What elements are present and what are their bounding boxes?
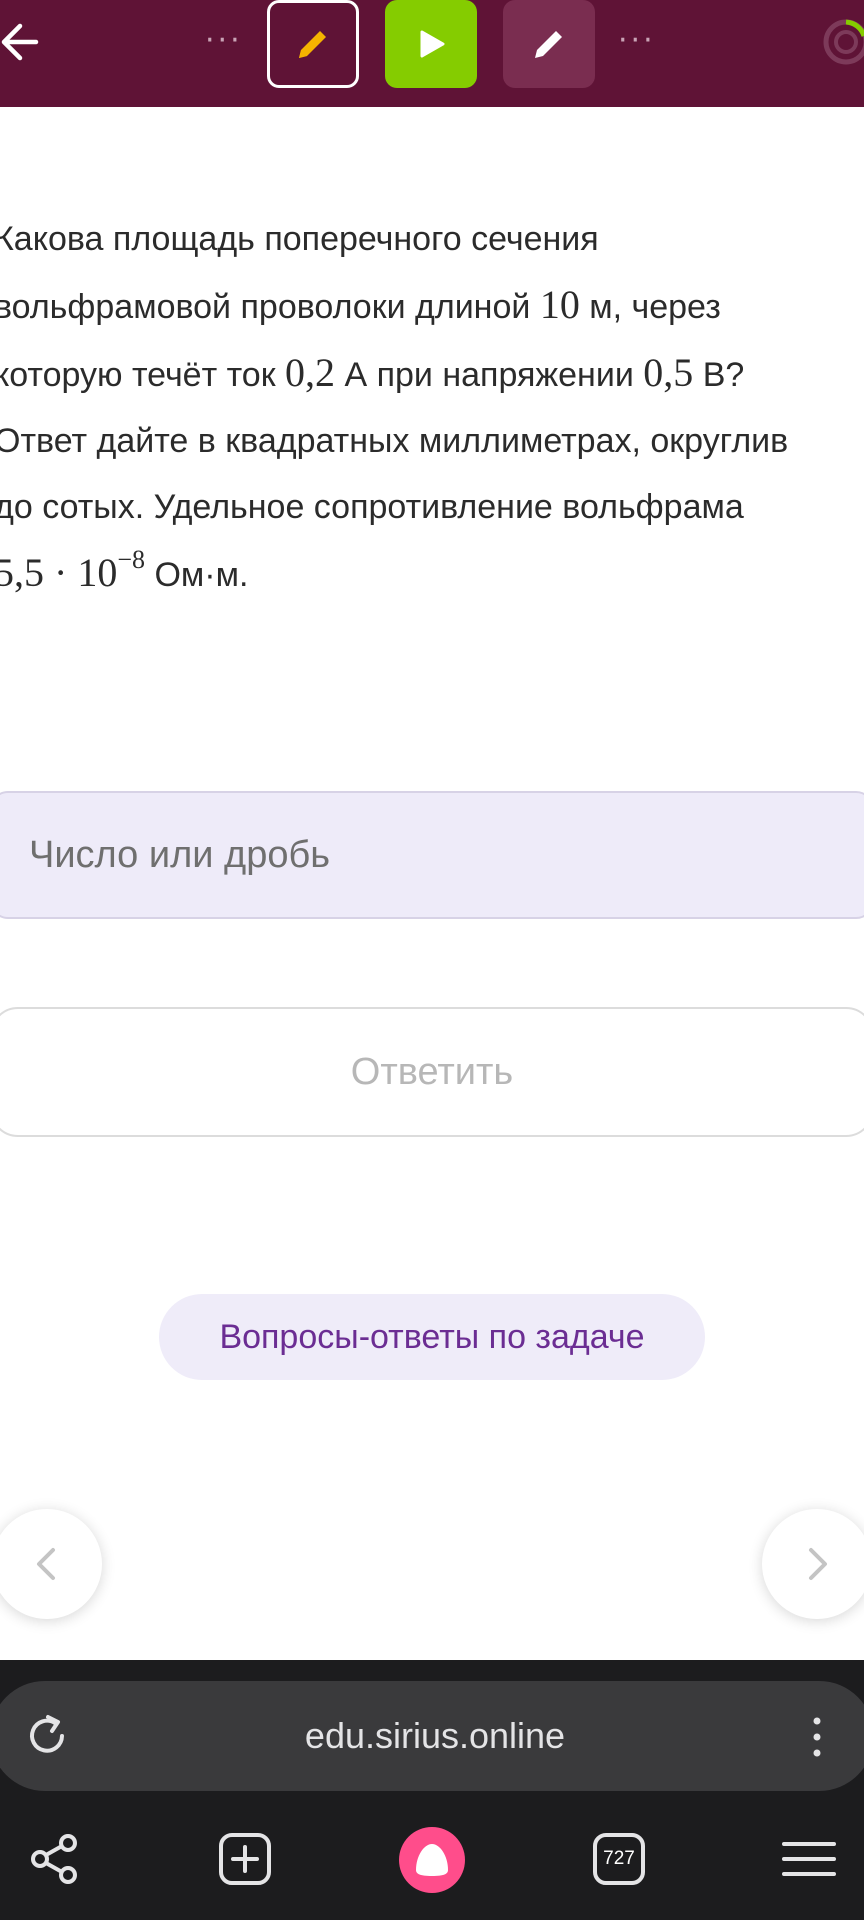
- task-line: которую течёт ток: [0, 356, 286, 394]
- new-tab-icon[interactable]: [216, 1830, 274, 1888]
- chevron-left-icon: [37, 1548, 55, 1580]
- math-exponent: −8: [117, 545, 145, 574]
- progress-ring-icon: [823, 19, 864, 65]
- math-value: 5,5 · 10: [0, 550, 118, 595]
- next-task-button[interactable]: [503, 0, 595, 88]
- hamburger-menu-icon[interactable]: [780, 1830, 838, 1888]
- chevron-right-icon: [809, 1548, 827, 1580]
- submit-answer-label: Ответить: [350, 1050, 514, 1093]
- share-icon[interactable]: [26, 1830, 84, 1888]
- task-qa-button[interactable]: Вопросы-ответы по задаче: [159, 1294, 705, 1380]
- url-text[interactable]: edu.sirius.online: [200, 1712, 670, 1760]
- tabs-count[interactable]: 727: [590, 1842, 648, 1876]
- run-task-button[interactable]: [385, 0, 477, 88]
- back-arrow-icon[interactable]: [0, 20, 40, 64]
- task-line: Какова площадь поперечного сечения: [0, 220, 599, 258]
- pencil-icon: [535, 31, 562, 58]
- task-line: до сотых. Удельное сопротивление вольфра…: [0, 488, 744, 526]
- task-line: В?: [693, 356, 745, 394]
- pencil-icon: [299, 31, 326, 58]
- task-navigation-bar: ··· ···: [0, 0, 864, 107]
- task-line: вольфрамовой проволоки длиной: [0, 288, 540, 326]
- task-line: А при напряжении: [335, 356, 644, 394]
- math-value: 0,5: [643, 350, 694, 395]
- math-value: 10: [539, 282, 580, 327]
- browser-menu-icon[interactable]: [806, 1712, 828, 1762]
- task-line: Ответ дайте в квадратных миллиметрах, ок…: [0, 422, 789, 460]
- more-tasks-left-icon[interactable]: ···: [205, 26, 243, 56]
- play-icon: [420, 30, 445, 58]
- task-statement: Какова площадь поперечного сечения вольф…: [0, 206, 864, 608]
- answer-input[interactable]: [0, 791, 864, 919]
- reload-icon[interactable]: [22, 1711, 72, 1761]
- task-line: м, через: [579, 288, 721, 326]
- next-task-arrow-button[interactable]: [762, 1509, 864, 1619]
- previous-task-button[interactable]: [0, 1509, 102, 1619]
- task-qa-label: Вопросы-ответы по задаче: [219, 1317, 645, 1356]
- current-task-button[interactable]: [267, 0, 359, 88]
- submit-answer-button[interactable]: Ответить: [0, 1007, 864, 1137]
- math-value: 0,2: [285, 350, 336, 395]
- alice-assistant-icon[interactable]: [398, 1826, 466, 1894]
- more-tasks-right-icon[interactable]: ···: [618, 26, 656, 56]
- task-line: Ом·м.: [145, 556, 249, 594]
